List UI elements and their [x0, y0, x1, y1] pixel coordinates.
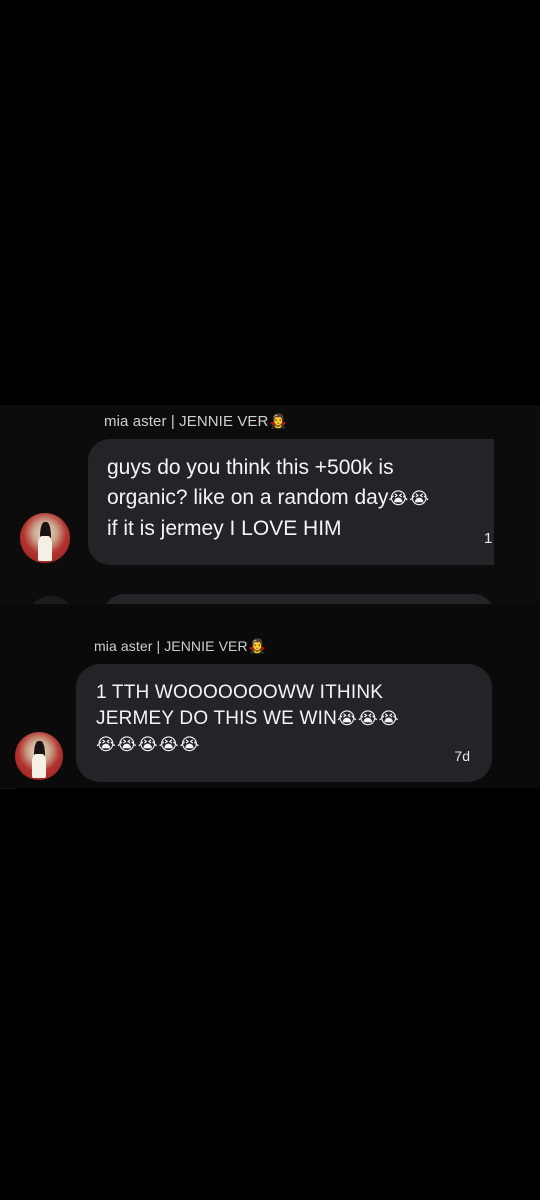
right-crop-edge	[494, 405, 540, 605]
message-timestamp: 1	[484, 530, 493, 547]
sender-name: mia aster | JENNIE VER🧛‍♀️	[94, 638, 267, 654]
message-bubble[interactable]: 1 TTH WOOOOOOOWW ITHINK JERMEY DO THIS W…	[76, 664, 492, 782]
vampire-emoji-icon: 🧛‍♀️	[248, 638, 267, 654]
message-bubble[interactable]: guys do you think this +500k is organic?…	[88, 439, 518, 565]
sender-name: mia aster | JENNIE VER🧛‍♀️	[104, 413, 288, 430]
message-text: guys do you think this +500k is organic?…	[107, 456, 431, 540]
avatar[interactable]	[20, 513, 70, 563]
avatar[interactable]	[15, 732, 63, 780]
message-text: 1 TTH WOOOOOOOWW ITHINK JERMEY DO THIS W…	[96, 680, 476, 758]
message-screenshot-1: mia aster | JENNIE VER🧛‍♀️ guys do you t…	[0, 405, 540, 605]
vampire-emoji-icon: 🧛‍♀️	[269, 413, 288, 429]
crying-emoji-icon: 😭😭	[388, 489, 431, 508]
crying-emoji-icon: 😭😭😭	[337, 709, 400, 728]
message-timestamp: 7d	[454, 748, 470, 764]
message-screenshot-2: mia aster | JENNIE VER🧛‍♀️ 1 TTH WOOOOOO…	[0, 604, 540, 788]
crying-emoji-row-icon: 😭😭😭😭😭	[96, 735, 201, 754]
